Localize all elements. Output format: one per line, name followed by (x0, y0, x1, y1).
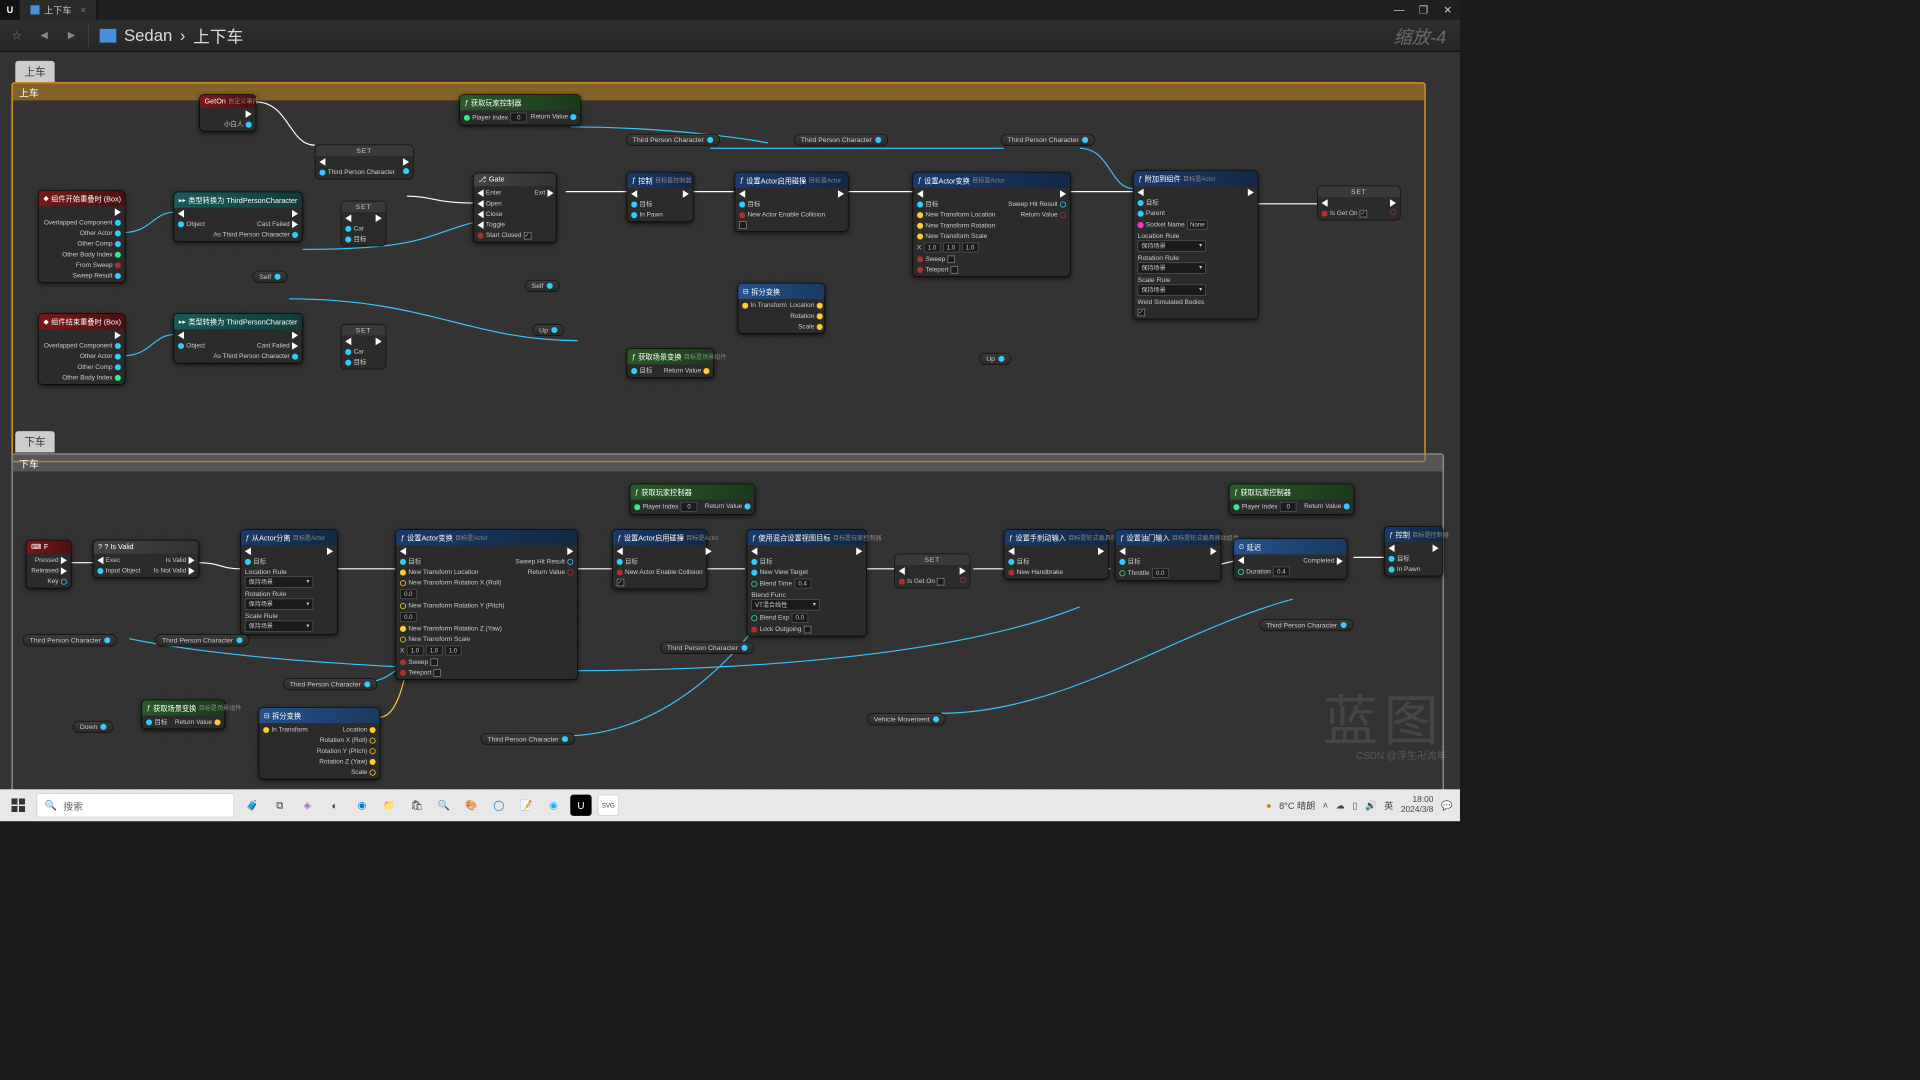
breadcrumb-root[interactable]: Sedan (124, 25, 172, 45)
node-set-car-2[interactable]: SET Car目标 (341, 324, 387, 370)
node-possess[interactable]: ƒ控制目标是控制器 目标In Pawn (627, 172, 694, 222)
taskbar-app-qq[interactable]: ◉ (543, 795, 564, 816)
taskbar-app-search[interactable]: 🔍 (433, 795, 454, 816)
node-delay[interactable]: ⏲延迟 Duration 0.4Completed (1233, 538, 1347, 579)
taskbar-app-edge[interactable]: ◉ (351, 795, 372, 816)
node-get-player-controller[interactable]: ƒ获取玩家控制器 Player Index 0Return Value (459, 94, 581, 125)
node-cast-tpc-1[interactable]: ▸▸类型转换为 ThirdPersonCharacter Object Cast… (173, 192, 302, 242)
var-tpc-b4[interactable]: Third Person Character (481, 733, 575, 745)
back-button[interactable]: ◄ (33, 25, 54, 46)
start-button[interactable] (0, 789, 36, 821)
tray-clock[interactable]: 18:002024/3/8 (1401, 795, 1434, 815)
chevron-right-icon: › (180, 25, 186, 45)
breadcrumb[interactable]: Sedan › 上下车 (100, 23, 244, 47)
var-self-1[interactable]: Self (252, 271, 287, 283)
taskbar-app-svg[interactable]: SVG (598, 795, 619, 816)
titlebar: U 上下车 × — ❐ ✕ (0, 0, 1460, 20)
node-set-isgeton-2[interactable]: SET Is Get On (894, 554, 970, 589)
taskbar-app-store[interactable]: 🛍 (406, 795, 427, 816)
tray-notifications-icon[interactable]: 💬 (1441, 800, 1452, 811)
node-get-player-controller-2[interactable]: ƒ获取玩家控制器 Player Index 0Return Value (630, 484, 755, 515)
node-attach-to-component[interactable]: ƒ附加到组件目标是Actor 目标 Parent Socket Name Non… (1133, 170, 1258, 319)
tab-title: 上下车 (44, 3, 71, 16)
node-set-throttle[interactable]: ƒ设置油门输入目标是轮式载具移动组件 目标Throttle 0.0 (1115, 529, 1221, 581)
taskbar-search[interactable]: 🔍搜索 (36, 793, 234, 817)
document-tab[interactable]: 上下车 × (20, 0, 98, 20)
taskbar-app-1[interactable]: 🧳 (242, 795, 263, 816)
tray-volume-icon[interactable]: 🔊 (1365, 800, 1376, 811)
tray-battery-icon[interactable]: ▯ (1352, 800, 1357, 811)
node-possess-2[interactable]: ƒ控制目标是控制器 目标In Pawn (1384, 526, 1443, 576)
taskbar-app-explorer[interactable]: 📁 (379, 795, 400, 816)
taskbar-app-copilot[interactable]: ◐ (324, 795, 345, 816)
taskbar-app-notes[interactable]: 📝 (516, 795, 537, 816)
node-geton-event[interactable]: GetOn自定义事件 小白人 (199, 94, 256, 131)
taskbar: 🔍搜索 🧳 ⧉ ◈ ◐ ◉ 📁 🛍 🔍 🎨 ◯ 📝 ◉ U SVG ● 8°C … (0, 789, 1460, 821)
var-up-1[interactable]: Up (532, 324, 564, 336)
node-cast-tpc-2[interactable]: ▸▸类型转换为 ThirdPersonCharacter Object Cast… (173, 313, 302, 363)
toolbar: ☆ ◄ ► Sedan › 上下车 缩放-4 (0, 20, 1460, 52)
node-overlap-begin[interactable]: ◆组件开始重叠时 (Box) Overlapped Component Othe… (38, 190, 125, 283)
forward-button[interactable]: ► (61, 25, 82, 46)
var-tpc-b6[interactable]: Third Person Character (1259, 619, 1353, 631)
favorite-button[interactable]: ☆ (6, 25, 27, 46)
search-icon: 🔍 (45, 799, 57, 811)
var-tpc-1[interactable]: Third Person Character (626, 134, 720, 146)
taskbar-app-cortana[interactable]: ◯ (488, 795, 509, 816)
tray-chevron-icon[interactable]: ˄ (1323, 800, 1328, 811)
node-get-scene-transform-2[interactable]: ƒ获取场景变换目标是场景组件 目标Return Value (141, 700, 225, 730)
node-set-actor-transform[interactable]: ƒ设置Actor变换目标是Actor 目标 New Transform Loca… (912, 172, 1070, 277)
node-set-actor-collision-2[interactable]: ƒ设置Actor启用碰撞目标是Actor 目标New Actor Enable … (612, 529, 707, 589)
var-tpc-2[interactable]: Third Person Character (794, 134, 888, 146)
ue-logo: U (0, 0, 20, 20)
taskbar-app-ue[interactable]: U (570, 795, 591, 816)
taskbar-taskview[interactable]: ⧉ (269, 795, 290, 816)
watermark-credit: CSDN @浮生卍流年 (1356, 747, 1446, 761)
node-set-car-1[interactable]: SET Car目标 (341, 201, 387, 247)
taskbar-app-vs[interactable]: ◈ (297, 795, 318, 816)
var-self-2[interactable]: Self (525, 280, 560, 292)
node-detach[interactable]: ƒ从Actor分离目标是Actor 目标 Location Rule保持场景▾ … (240, 529, 337, 635)
blueprint-icon (30, 5, 39, 14)
comment-title-2: 下车 (13, 455, 1443, 472)
node-set-handbrake[interactable]: ƒ设置手刹动输入目标是轮式载具移动组件 目标New Handbrake (1004, 529, 1109, 579)
node-isvalid[interactable]: ?? Is Valid ExecInput ObjectIs ValidIs N… (93, 540, 199, 578)
maximize-button[interactable]: ❐ (1411, 0, 1435, 20)
close-button[interactable]: ✕ (1436, 0, 1460, 20)
comment-tab-getin[interactable]: 上车 (15, 61, 55, 82)
var-tpc-b2[interactable]: Third Person Character (155, 634, 249, 646)
node-break-transform[interactable]: ⊟拆分变换 In TransformLocationRotationScale (738, 283, 825, 334)
node-set-view-target[interactable]: ƒ使用混合设置视图目标目标是玩家控制器 目标 New View Target B… (747, 529, 867, 636)
tray-ime[interactable]: 英 (1384, 799, 1393, 812)
node-key-f[interactable]: ⌨F PressedReleasedKey (26, 540, 72, 589)
node-overlap-end[interactable]: ◆组件结束重叠时 (Box) Overlapped Component Othe… (38, 313, 125, 384)
watermark: 蓝图 (1323, 676, 1445, 756)
var-up-2[interactable]: Up (979, 353, 1011, 365)
var-tpc-3[interactable]: Third Person Character (1001, 134, 1095, 146)
minimize-button[interactable]: — (1387, 0, 1411, 20)
node-break-transform-2[interactable]: ⊟拆分变换 In Transform Location Rotation X (… (259, 707, 381, 779)
weather[interactable]: 8°C 晴朗 (1279, 799, 1315, 812)
var-tpc-b5[interactable]: Third Person Character (660, 642, 754, 654)
var-tpc-b1[interactable]: Third Person Character (23, 634, 117, 646)
var-vehicle-movement[interactable]: Vehicle Movement (867, 713, 946, 725)
taskbar-app-paint[interactable]: 🎨 (461, 795, 482, 816)
node-gate[interactable]: ⎇Gate Enter Open Close Toggle Start Clos… (473, 173, 557, 243)
zoom-label: 缩放-4 (1394, 22, 1447, 49)
node-set-actor-transform-2[interactable]: ƒ设置Actor变换目标是Actor 目标 New Transform Loca… (395, 529, 577, 680)
tray-onedrive-icon[interactable]: ☁ (1336, 800, 1345, 811)
node-get-scene-transform[interactable]: ƒ获取场景变换目标是场景组件 目标Return Value (627, 348, 714, 378)
comment-tab-getout[interactable]: 下车 (15, 431, 55, 452)
graph-canvas[interactable]: 上车 上车 GetOn自定义事件 小白人 ◆组件开始重叠时 (Box) Over… (0, 52, 1460, 802)
blueprint-crumb-icon (100, 29, 117, 43)
var-down[interactable]: Down (73, 721, 113, 733)
var-tpc-b3[interactable]: Third Person Character (283, 678, 377, 690)
node-set-tpc[interactable]: SET Third Person Character (315, 144, 414, 179)
node-set-actor-collision[interactable]: ƒ设置Actor启用碰撞目标是Actor 目标New Actor Enable … (735, 172, 849, 232)
node-get-player-controller-3[interactable]: ƒ获取玩家控制器 Player Index 0Return Value (1229, 484, 1354, 515)
breadcrumb-leaf[interactable]: 上下车 (193, 23, 243, 47)
close-icon[interactable]: × (81, 5, 86, 16)
node-set-isgeton[interactable]: SET Is Get On (1317, 186, 1401, 221)
